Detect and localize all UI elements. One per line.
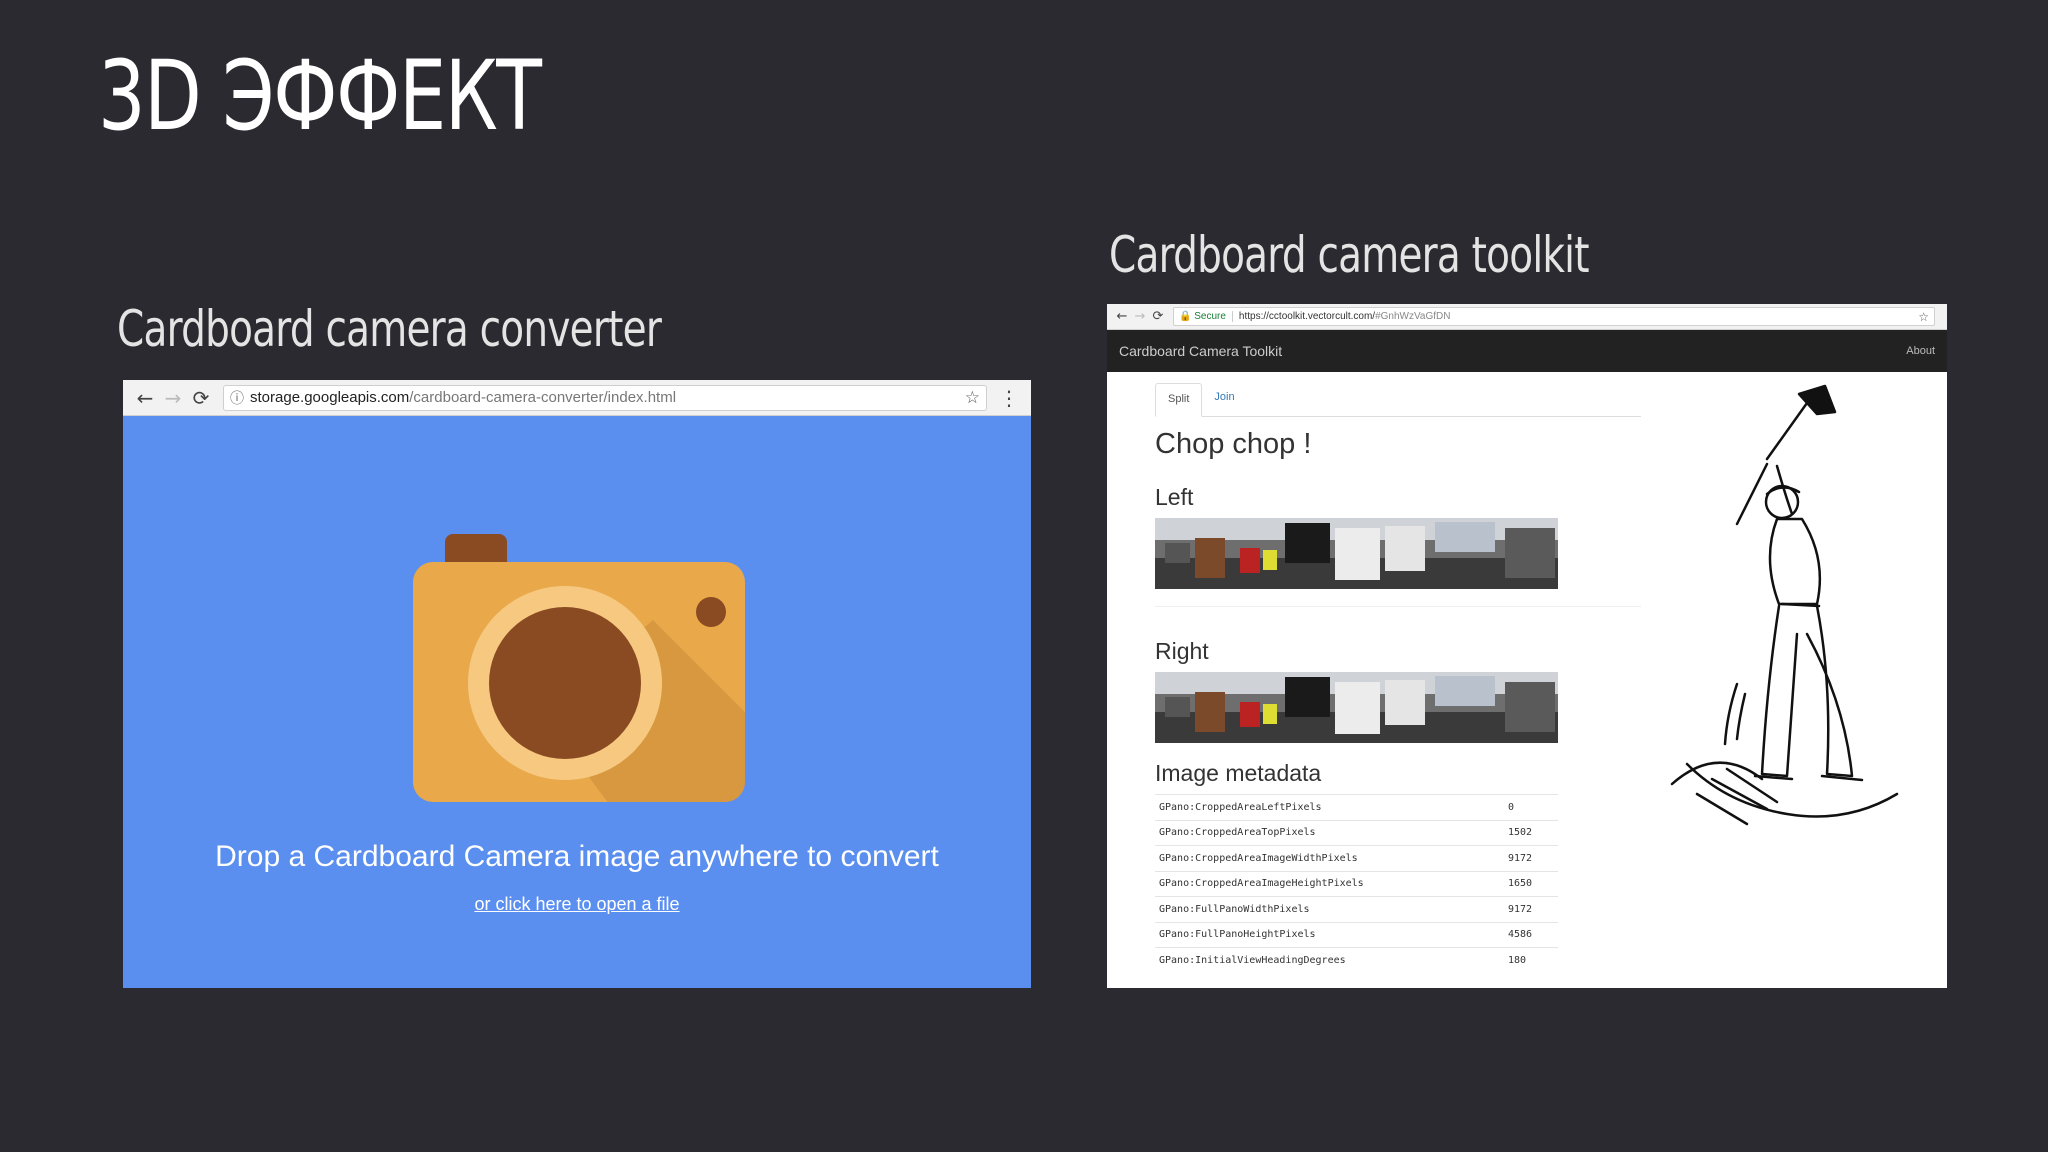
open-file-link[interactable]: or click here to open a file [123, 894, 1031, 915]
metadata-key: GPano:CroppedAreaImageWidthPixels [1155, 845, 1504, 871]
slide-title: 3D ЭФФЕКТ [98, 40, 542, 152]
navbar-brand[interactable]: Cardboard Camera Toolkit [1119, 343, 1282, 359]
camera-icon [413, 534, 745, 802]
lumberjack-illustration [1670, 384, 1899, 826]
page-heading: Chop chop ! [1155, 428, 1312, 460]
metadata-value: 9172 [1504, 896, 1558, 922]
info-icon[interactable]: ⓘ [230, 388, 244, 408]
section-divider [1155, 606, 1641, 607]
metadata-value: 180 [1504, 947, 1558, 973]
table-row: GPano:CroppedAreaImageHeightPixels 1650 [1155, 870, 1558, 897]
mode-tabs: Split Join [1155, 382, 1641, 417]
url-host: https://cctoolkit.vectorcult.com/ [1238, 311, 1376, 322]
toolkit-screenshot: ← → ⟳ 🔒 Secure https://cctoolkit.vectorc… [1107, 304, 1947, 988]
drop-instructions: Drop a Cardboard Camera image anywhere t… [215, 840, 939, 873]
secure-label: Secure [1194, 311, 1226, 322]
right-panorama-image [1155, 672, 1558, 743]
reload-icon[interactable]: ⟳ [1149, 309, 1167, 324]
metadata-heading: Image metadata [1155, 760, 1322, 786]
reload-icon[interactable]: ⟳ [187, 386, 215, 410]
metadata-key: GPano:CroppedAreaLeftPixels [1155, 794, 1504, 820]
url-hash: #GnhWzVaGfDN [1375, 311, 1451, 322]
metadata-value: 1502 [1504, 819, 1558, 846]
converter-caption: Cardboard camera converter [117, 300, 662, 358]
metadata-key: GPano:CroppedAreaTopPixels [1155, 819, 1504, 846]
metadata-key: GPano:FullPanoHeightPixels [1155, 921, 1504, 948]
url-host: storage.googleapis.com [250, 389, 410, 406]
metadata-key: GPano:CroppedAreaImageHeightPixels [1155, 870, 1504, 897]
right-image-label: Right [1155, 638, 1209, 664]
url-path: /cardboard-camera-converter/index.html [409, 389, 677, 406]
secure-badge: 🔒 Secure [1179, 311, 1233, 322]
table-row: GPano:CroppedAreaImageWidthPixels 9172 [1155, 845, 1558, 871]
metadata-key: GPano:InitialViewHeadingDegrees [1155, 947, 1504, 973]
tab-join[interactable]: Join [1202, 382, 1246, 416]
star-icon[interactable]: ☆ [965, 388, 980, 408]
metadata-value: 1650 [1504, 870, 1558, 897]
metadata-value: 9172 [1504, 845, 1558, 871]
table-row: GPano:CroppedAreaTopPixels 1502 [1155, 819, 1558, 846]
browser-toolbar: ← → ⟳ 🔒 Secure https://cctoolkit.vectorc… [1107, 304, 1947, 330]
converter-screenshot: ← → ⟳ ⓘ storage.googleapis.com/cardboard… [123, 380, 1031, 988]
table-row: GPano:FullPanoWidthPixels 9172 [1155, 896, 1558, 922]
left-image-label: Left [1155, 484, 1194, 510]
table-row: GPano:FullPanoHeightPixels 4586 [1155, 921, 1558, 948]
menu-dots-icon[interactable]: ⋮ [995, 386, 1023, 410]
back-arrow-icon[interactable]: ← [1113, 309, 1131, 324]
table-row: GPano:CroppedAreaLeftPixels 0 [1155, 794, 1558, 820]
back-arrow-icon[interactable]: ← [131, 386, 159, 410]
browser-toolbar: ← → ⟳ ⓘ storage.googleapis.com/cardboard… [123, 380, 1031, 416]
about-link[interactable]: About [1906, 345, 1935, 357]
star-icon[interactable]: ☆ [1918, 310, 1929, 324]
metadata-value: 4586 [1504, 921, 1558, 948]
left-panorama-image [1155, 518, 1558, 589]
metadata-value: 0 [1504, 794, 1558, 820]
address-bar[interactable]: 🔒 Secure https://cctoolkit.vectorcult.co… [1173, 307, 1935, 326]
metadata-key: GPano:FullPanoWidthPixels [1155, 896, 1504, 922]
toolkit-caption: Cardboard camera toolkit [1109, 226, 1590, 284]
address-bar[interactable]: ⓘ storage.googleapis.com/cardboard-camer… [223, 384, 987, 411]
table-row: GPano:InitialViewHeadingDegrees 180 [1155, 947, 1558, 973]
app-navbar: Cardboard Camera Toolkit About [1107, 330, 1947, 372]
forward-arrow-icon[interactable]: → [1131, 309, 1149, 324]
metadata-table: GPano:CroppedAreaLeftPixels 0 GPano:Cropp… [1155, 794, 1558, 973]
forward-arrow-icon[interactable]: → [159, 386, 187, 410]
tab-split[interactable]: Split [1155, 383, 1203, 417]
